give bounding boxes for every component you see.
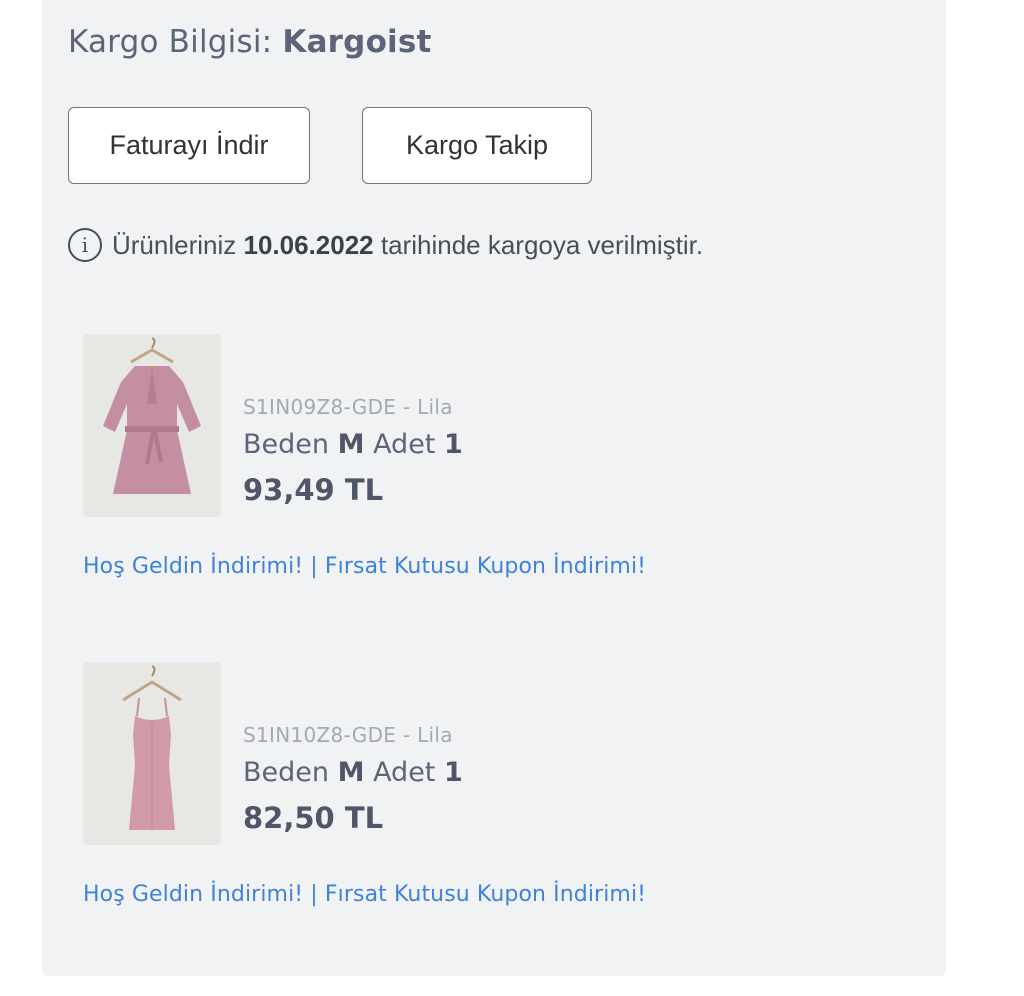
shipping-notice: i Ürünleriniz 10.06.2022 tarihinde kargo… [68,228,703,262]
product-sku-color: S1IN09Z8-GDE - Lila [243,395,453,419]
page: Kargo Bilgisi: Kargoist Faturayı İndir K… [0,0,1024,996]
product-price: 93,49 TL [243,473,384,507]
qty-value: 1 [444,429,463,460]
product-image[interactable] [83,334,221,517]
product-size-qty: Beden M Adet 1 [243,428,463,462]
product-image[interactable] [83,662,221,845]
shipping-carrier: Kargoist [282,24,432,60]
qty-label: Adet [373,757,436,788]
track-shipment-button[interactable]: Kargo Takip [362,107,592,184]
product-size-qty: Beden M Adet 1 [243,756,463,790]
qty-value: 1 [444,757,463,788]
size-label: Beden [243,429,329,460]
product-info: S1IN09Z8-GDE - Lila Beden M Adet 1 93,49… [243,394,463,508]
product-info: S1IN10Z8-GDE - Lila Beden M Adet 1 82,50… [243,722,463,836]
size-value: M [337,757,365,788]
shipping-info: Kargo Bilgisi: Kargoist [68,24,432,60]
promo-link[interactable]: Hoş Geldin İndirimi! | Fırsat Kutusu Kup… [83,554,646,579]
notice-prefix: Ürünleriniz [112,229,237,260]
notice-suffix: tarihinde kargoya verilmiştir. [380,229,704,260]
product-price: 82,50 TL [243,801,384,835]
download-invoice-button[interactable]: Faturayı İndir [68,107,310,184]
product-sku-color: S1IN10Z8-GDE - Lila [243,723,453,747]
info-icon: i [68,228,102,262]
slip-dress-image [83,662,221,845]
size-value: M [337,429,365,460]
size-label: Beden [243,757,329,788]
kimono-dress-image [83,334,221,517]
shipping-label: Kargo Bilgisi: [68,24,273,60]
notice-date: 10.06.2022 [243,229,374,260]
qty-label: Adet [373,429,436,460]
promo-link[interactable]: Hoş Geldin İndirimi! | Fırsat Kutusu Kup… [83,882,646,907]
